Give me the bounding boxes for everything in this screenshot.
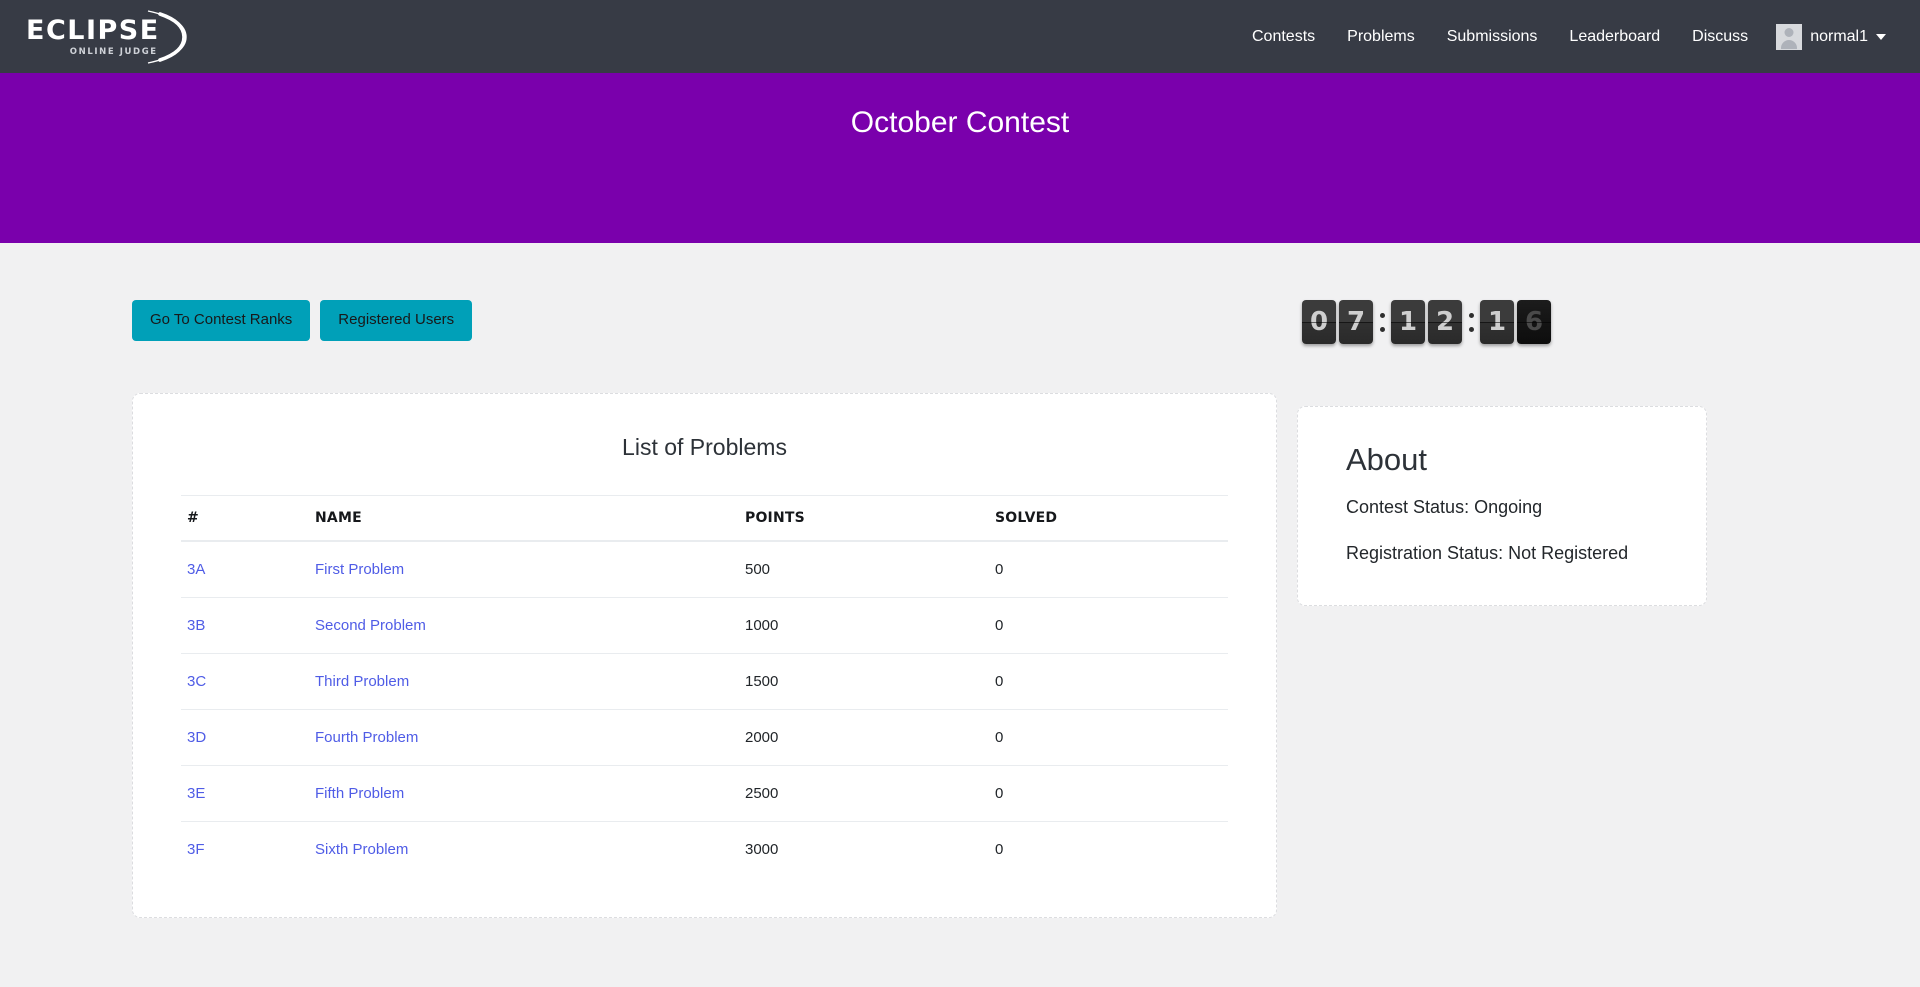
side-column: 0 7 1 2 1 6 About Contest Status: Ongoin…	[1250, 243, 1920, 918]
crescent-arc-icon	[147, 9, 187, 64]
problem-index-link[interactable]: 3F	[187, 841, 205, 858]
problem-index-link[interactable]: 3A	[187, 561, 205, 578]
contest-hero-banner: October Contest	[0, 73, 1920, 243]
nav-links: Contests Problems Submissions Leaderboar…	[1236, 18, 1896, 56]
main-column: Go To Contest Ranks Registered Users Lis…	[0, 243, 1277, 918]
countdown-digit-hour-ones: 7	[1339, 300, 1373, 344]
user-name: normal1	[1810, 27, 1868, 45]
nav-item-problems[interactable]: Problems	[1331, 20, 1431, 54]
problem-name-link[interactable]: Third Problem	[315, 673, 409, 690]
table-row: 3F Sixth Problem 3000 0	[181, 821, 1228, 877]
problem-name-link[interactable]: Second Problem	[315, 617, 426, 634]
problem-index-link[interactable]: 3D	[187, 729, 206, 746]
problem-points: 3000	[745, 840, 779, 858]
page-body: Go To Contest Ranks Registered Users Lis…	[0, 243, 1920, 918]
problem-solved: 0	[989, 765, 1228, 822]
contest-status: Contest Status: Ongoing	[1346, 497, 1543, 518]
brand-logo[interactable]: ECLIPSE ONLINE JUDGE	[26, 6, 202, 68]
nav-item-contests[interactable]: Contests	[1236, 20, 1331, 54]
problem-index-link[interactable]: 3C	[187, 673, 206, 690]
nav-item-submissions[interactable]: Submissions	[1431, 20, 1554, 54]
problem-name-link[interactable]: Sixth Problem	[315, 841, 408, 858]
registered-users-button[interactable]: Registered Users	[320, 300, 473, 341]
problem-name-link[interactable]: Fifth Problem	[315, 785, 404, 802]
table-header-row: # NAME POINTS SOLVED	[181, 494, 1228, 542]
problem-index-link[interactable]: 3B	[187, 617, 205, 634]
problem-points: 2000	[739, 709, 989, 766]
contest-countdown-timer: 0 7 1 2 1 6	[1302, 300, 1920, 344]
go-to-contest-ranks-button[interactable]: Go To Contest Ranks	[132, 300, 311, 341]
user-menu[interactable]: normal1	[1764, 18, 1896, 56]
table-row: 3D Fourth Problem 2000 0	[181, 709, 1228, 766]
problem-name-link[interactable]: First Problem	[315, 561, 404, 578]
table-row: 3E Fifth Problem 2500 0	[181, 765, 1228, 822]
table-row: 3B Second Problem 1000 0	[181, 597, 1228, 654]
problem-points: 1000	[739, 597, 989, 654]
table-row: 3C Third Problem 1500 0	[181, 653, 1228, 710]
problems-card: List of Problems # NAME POINTS SOLVED 3A…	[132, 392, 1277, 918]
about-card-title: About	[1346, 442, 1428, 477]
brand-mark: ECLIPSE ONLINE JUDGE	[26, 6, 202, 68]
problem-points: 500	[739, 540, 989, 598]
column-header-name: NAME	[309, 494, 739, 542]
problems-card-title: List of Problems	[622, 433, 787, 460]
problem-name-link[interactable]: Fourth Problem	[315, 729, 418, 746]
problem-points: 2500	[739, 765, 989, 822]
registration-status: Registration Status: Not Registered	[1346, 542, 1629, 563]
problem-solved: 0	[995, 840, 1004, 858]
chevron-down-icon	[1876, 33, 1886, 40]
countdown-separator	[1465, 300, 1477, 344]
countdown-separator	[1376, 300, 1388, 344]
problem-solved: 0	[989, 653, 1228, 710]
problem-solved: 0	[989, 540, 1228, 598]
problem-index-link[interactable]: 3E	[187, 785, 205, 802]
about-card: About Contest Status: Ongoing Registrati…	[1297, 406, 1707, 606]
contest-actions: Go To Contest Ranks Registered Users	[132, 300, 1250, 341]
table-row: 3A First Problem 500 0	[181, 540, 1228, 598]
brand-name: ECLIPSE	[26, 14, 160, 46]
countdown-digit-minute-tens: 1	[1391, 300, 1425, 344]
user-avatar-icon	[1776, 23, 1803, 50]
countdown-digit-second-tens: 1	[1480, 300, 1514, 344]
page-title: October Contest	[850, 106, 1070, 139]
problems-table: # NAME POINTS SOLVED 3A First Problem 50…	[181, 494, 1228, 877]
countdown-digit-second-ones: 6	[1517, 300, 1551, 344]
countdown-digit-hour-tens: 0	[1302, 300, 1336, 344]
countdown-digit-minute-ones: 2	[1428, 300, 1462, 344]
column-header-points: POINTS	[739, 494, 989, 542]
top-navbar: ECLIPSE ONLINE JUDGE Contests Problems S…	[0, 0, 1920, 73]
brand-tagline: ONLINE JUDGE	[69, 46, 158, 57]
column-header-index: #	[181, 494, 309, 542]
nav-item-discuss[interactable]: Discuss	[1676, 20, 1764, 54]
problem-points: 1500	[739, 653, 989, 710]
problem-solved: 0	[989, 709, 1228, 766]
nav-item-leaderboard[interactable]: Leaderboard	[1553, 20, 1676, 54]
column-header-solved: SOLVED	[989, 494, 1228, 542]
problem-solved: 0	[989, 597, 1228, 654]
